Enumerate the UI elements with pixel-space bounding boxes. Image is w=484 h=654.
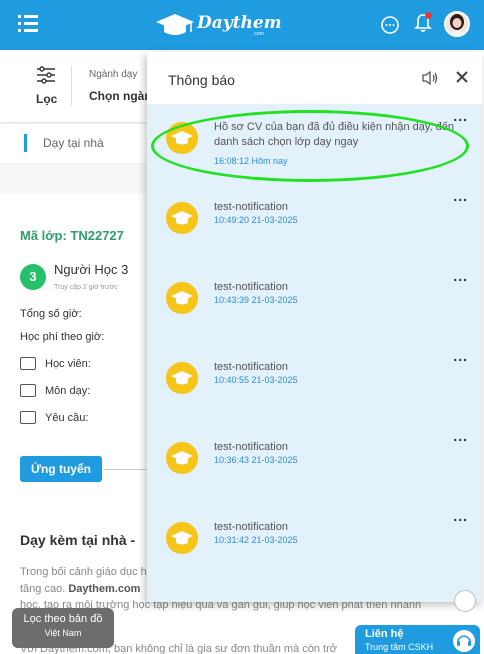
graduation-cap-icon <box>166 442 198 474</box>
more-options-icon[interactable]: ... <box>453 508 468 524</box>
requirement-icon <box>20 411 36 424</box>
category-label: Ngành dạy <box>89 69 138 80</box>
notification-text: test-notification <box>214 441 288 453</box>
notification-item[interactable]: Hồ sơ CV của bạn đã đủ điều kiện nhận dạ… <box>147 104 482 184</box>
chat-icon[interactable] <box>380 15 400 35</box>
graduation-cap-icon <box>166 282 198 314</box>
notification-header: Thông báo <box>147 52 482 104</box>
logo-text: Daythem <box>197 13 282 33</box>
more-options-icon[interactable]: ... <box>453 428 468 444</box>
learner-label: Học viên: <box>45 358 91 370</box>
fee-label: Học phí theo giờ: <box>20 331 105 343</box>
notification-item[interactable]: test-notification 10:36:43 21-03-2025 ..… <box>147 424 482 504</box>
section-gap <box>0 164 150 194</box>
more-options-icon[interactable]: ... <box>453 108 468 124</box>
notification-dot <box>425 12 432 19</box>
filter-bar <box>0 50 160 122</box>
graduation-cap-icon <box>166 202 198 234</box>
body-text-line: tăng cao. Daythem.com <box>20 583 140 595</box>
headset-icon[interactable] <box>453 630 475 652</box>
graduation-cap-logo-icon <box>156 14 194 35</box>
class-code: Mã lớp: TN22727 <box>20 228 124 243</box>
notification-item[interactable]: test-notification 10:43:39 21-03-2025 ..… <box>147 264 482 344</box>
subject-label: Môn dạy: <box>45 385 91 397</box>
close-icon[interactable] <box>455 70 469 84</box>
logo-sub: .com <box>253 31 264 37</box>
avatar[interactable] <box>444 11 470 37</box>
speaker-icon[interactable] <box>421 70 439 86</box>
apply-divider <box>103 469 153 470</box>
notification-time: 10:40:55 21-03-2025 <box>214 375 298 385</box>
notification-text: test-notification <box>214 521 288 533</box>
user-photo-icon <box>446 13 468 35</box>
notification-item[interactable]: test-notification 10:40:55 21-03-2025 ..… <box>147 344 482 424</box>
student-number-badge: 3 <box>20 264 46 290</box>
filter-label[interactable]: Lọc <box>36 92 57 106</box>
notification-list: Hồ sơ CV của bạn đã đủ điều kiện nhận dạ… <box>147 104 482 602</box>
filter-divider <box>71 66 72 106</box>
notification-item[interactable]: test-notification 10:49:20 21-03-2025 ..… <box>147 184 482 264</box>
map-filter-label: Lọc theo bản đồ <box>23 613 103 625</box>
apply-button[interactable]: Ứng tuyển <box>20 456 102 482</box>
student-name: Người Học 3 <box>54 262 129 277</box>
more-options-icon[interactable]: ... <box>453 268 468 284</box>
body-text-brand: Daythem.com <box>68 583 141 595</box>
learner-icon <box>20 357 36 370</box>
scroll-up-button[interactable] <box>454 590 476 612</box>
more-options-icon[interactable]: ... <box>453 188 468 204</box>
notification-text: Hồ sơ CV của bạn đã đủ điều kiện nhận dạ… <box>214 121 455 148</box>
notification-time: 10:43:39 21-03-2025 <box>214 295 298 305</box>
notification-item[interactable]: test-notification 10:31:42 21-03-2025 ..… <box>147 504 482 584</box>
map-filter-sub: Việt Nam <box>44 628 82 638</box>
top-header: Daythem .com <box>0 0 484 50</box>
contact-subtitle: Trung tâm CSKH <box>365 642 434 652</box>
contact-title: Liên hệ <box>365 628 404 640</box>
notification-time: 10:49:20 21-03-2025 <box>214 215 298 225</box>
breadcrumb-accent <box>24 134 27 152</box>
filter-sliders-icon[interactable] <box>36 66 56 84</box>
student-last-access: Truy cập 2 giờ trước <box>54 284 118 291</box>
graduation-cap-icon <box>166 362 198 394</box>
daythem-logo[interactable]: Daythem .com <box>155 10 282 40</box>
breadcrumb-item[interactable]: Dạy tại nhà <box>43 136 104 150</box>
menu-icon[interactable] <box>18 15 38 33</box>
notification-time: 10:36:43 21-03-2025 <box>214 455 298 465</box>
notification-text: test-notification <box>214 201 288 213</box>
notification-text: test-notification <box>214 281 288 293</box>
more-options-icon[interactable]: ... <box>453 348 468 364</box>
notification-text: test-notification <box>214 361 288 373</box>
notification-title: Thông báo <box>168 72 235 88</box>
requirement-label: Yêu cầu: <box>45 412 89 424</box>
section-title: Dạy kèm tại nhà - <box>20 532 136 548</box>
body-text-line: tăng cao. <box>20 583 66 595</box>
notification-panel: Thông báo Hồ sơ CV của bạn đã đủ điều ki… <box>147 52 482 602</box>
graduation-cap-icon <box>166 122 198 154</box>
total-hours-label: Tổng số giờ: <box>20 308 82 320</box>
graduation-cap-icon <box>166 522 198 554</box>
map-filter-button[interactable]: Lọc theo bản đồ Việt Nam <box>12 608 114 648</box>
notification-time: 16:08:12 Hôm nay <box>214 156 288 166</box>
notification-time: 10:31:42 21-03-2025 <box>214 535 298 545</box>
subject-icon <box>20 384 36 397</box>
